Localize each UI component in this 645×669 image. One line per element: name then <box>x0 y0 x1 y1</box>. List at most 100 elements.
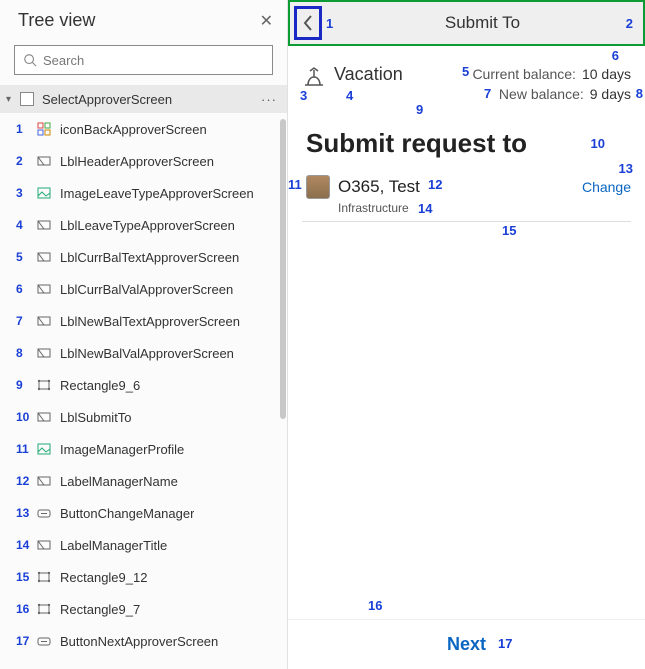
tree-item-label: ImageManagerProfile <box>60 442 184 457</box>
label-icon <box>36 345 52 361</box>
back-button[interactable] <box>294 6 322 40</box>
tree-item[interactable]: 7LblNewBalTextApproverScreen <box>0 305 287 337</box>
tree-item[interactable]: 14 LabelManagerTitle <box>0 529 287 561</box>
annotation: 2 <box>16 154 23 168</box>
tree-item[interactable]: 5LblCurrBalTextApproverScreen <box>0 241 287 273</box>
tree-item-label: Rectangle9_7 <box>60 602 140 617</box>
annotation: 10 <box>16 410 29 424</box>
label-icon <box>36 313 52 329</box>
next-button[interactable]: Next 17 <box>288 619 645 669</box>
new-bal-value: 9 days <box>590 84 631 104</box>
close-icon[interactable]: ✕ <box>260 11 273 31</box>
annotation: 9 <box>16 378 23 392</box>
tree-item[interactable]: 17 ButtonNextApproverScreen <box>0 625 287 657</box>
submit-title-text: Submit request to <box>306 128 527 158</box>
annotation: 8 <box>16 346 23 360</box>
app-header-bar: Submit To 1 2 <box>288 0 645 46</box>
header-title: Submit To <box>322 13 643 33</box>
annotation: 13 <box>16 506 29 520</box>
annotation: 11 <box>288 177 302 192</box>
annotation: 14 <box>16 538 29 552</box>
annotation: 8 <box>636 86 643 101</box>
new-bal-label: New balance: <box>499 84 584 104</box>
annotation: 4 <box>16 218 23 232</box>
tree-item-label: LblNewBalTextApproverScreen <box>60 314 240 329</box>
tree-item[interactable]: 1iconBackApproverScreen <box>0 113 287 145</box>
tree-item[interactable]: 8 LblNewBalValApproverScreen <box>0 337 287 369</box>
tree-header: Tree view ✕ <box>0 0 287 41</box>
tree-root-label: SelectApproverScreen <box>42 92 172 107</box>
rect-icon <box>36 377 52 393</box>
tree-item-label: ButtonChangeManager <box>60 506 194 521</box>
tree-item-label: LabelManagerTitle <box>60 538 167 553</box>
search-input[interactable] <box>37 53 264 68</box>
tree-item[interactable]: 12LabelManagerName <box>0 465 287 497</box>
annotation: 4 <box>346 88 353 103</box>
curr-bal-value: 10 days <box>582 64 631 84</box>
manager-row: 11 O365, Test 12 Change 13 <box>288 167 645 201</box>
balance-block: Current balance: 10 days New balance: 9 … <box>472 64 631 104</box>
curr-bal-label: Current balance: <box>472 64 576 84</box>
tree-item-label: LabelManagerName <box>60 474 178 489</box>
annotation: 17 <box>16 634 29 648</box>
label-icon <box>36 217 52 233</box>
tree-item-label: LblSubmitTo <box>60 410 132 425</box>
tree-panel: Tree view ✕ ▾ SelectApproverScreen ··· 1… <box>0 0 288 669</box>
tree-item[interactable]: 9 Rectangle9_6 <box>0 369 287 401</box>
tree-item-label: iconBackApproverScreen <box>60 122 207 137</box>
tree-item[interactable]: 4 LblLeaveTypeApproverScreen <box>0 209 287 241</box>
tree-item-label: LblCurrBalTextApproverScreen <box>60 250 239 265</box>
scrollbar-thumb[interactable] <box>280 119 286 419</box>
balances-row: Vacation Current balance: 10 days New ba… <box>288 46 645 110</box>
more-icon[interactable]: ··· <box>261 92 277 107</box>
tree-item[interactable]: 6 LblCurrBalValApproverScreen <box>0 273 287 305</box>
button-icon <box>36 505 52 521</box>
chevron-left-icon <box>302 14 314 32</box>
tree-item[interactable]: 16 Rectangle9_7 <box>0 593 287 625</box>
tree-item-label: ButtonNextApproverScreen <box>60 634 218 649</box>
annotation: 16 <box>16 602 29 616</box>
tree-body[interactable]: ▾ SelectApproverScreen ··· 1iconBackAppr… <box>0 85 287 669</box>
image-icon <box>36 185 52 201</box>
tree-item-label: LblLeaveTypeApproverScreen <box>60 218 235 233</box>
tree-item-label: LblNewBalValApproverScreen <box>60 346 234 361</box>
leave-type-label: Vacation <box>334 64 403 85</box>
chevron-down-icon: ▾ <box>6 94 18 105</box>
tree-item[interactable]: 3ImageLeaveTypeApproverScreen <box>0 177 287 209</box>
change-button[interactable]: Change <box>582 179 631 195</box>
annotation: 6 <box>612 48 619 63</box>
annotation: 16 <box>368 598 382 613</box>
annotation: 5 <box>462 64 469 79</box>
tree-item[interactable]: 13 ButtonChangeManager <box>0 497 287 529</box>
annotation: 6 <box>16 282 23 296</box>
tree-item[interactable]: 11ImageManagerProfile <box>0 433 287 465</box>
tree-title: Tree view <box>18 10 95 31</box>
annotation: 10 <box>591 136 605 151</box>
label-icon <box>36 153 52 169</box>
label-icon <box>36 537 52 553</box>
search-wrap <box>0 41 287 85</box>
tree-root[interactable]: ▾ SelectApproverScreen ··· <box>0 85 287 113</box>
annotation: 12 <box>428 177 442 192</box>
spacer: 16 <box>288 222 645 619</box>
tree-item[interactable]: 2 LblHeaderApproverScreen <box>0 145 287 177</box>
manager-title: Infrastructure <box>288 201 645 215</box>
label-icon <box>36 249 52 265</box>
tree-item-label: LblCurrBalValApproverScreen <box>60 282 233 297</box>
search-box[interactable] <box>14 45 273 75</box>
tree-item-label: Rectangle9_12 <box>60 570 147 585</box>
submit-title: Submit request to 10 <box>288 110 645 167</box>
tree-item[interactable]: 10 LblSubmitTo <box>0 401 287 433</box>
group-icon <box>36 121 52 137</box>
tree-item-label: LblHeaderApproverScreen <box>60 154 214 169</box>
vacation-icon <box>302 64 326 88</box>
search-icon <box>23 53 37 67</box>
image-icon <box>36 441 52 457</box>
button-icon <box>36 633 52 649</box>
screen-icon <box>20 92 34 106</box>
rect-icon <box>36 569 52 585</box>
tree-item[interactable]: 15Rectangle9_12 <box>0 561 287 593</box>
label-icon <box>36 473 52 489</box>
manager-name: O365, Test <box>338 177 420 197</box>
tree-item-label: Rectangle9_6 <box>60 378 140 393</box>
